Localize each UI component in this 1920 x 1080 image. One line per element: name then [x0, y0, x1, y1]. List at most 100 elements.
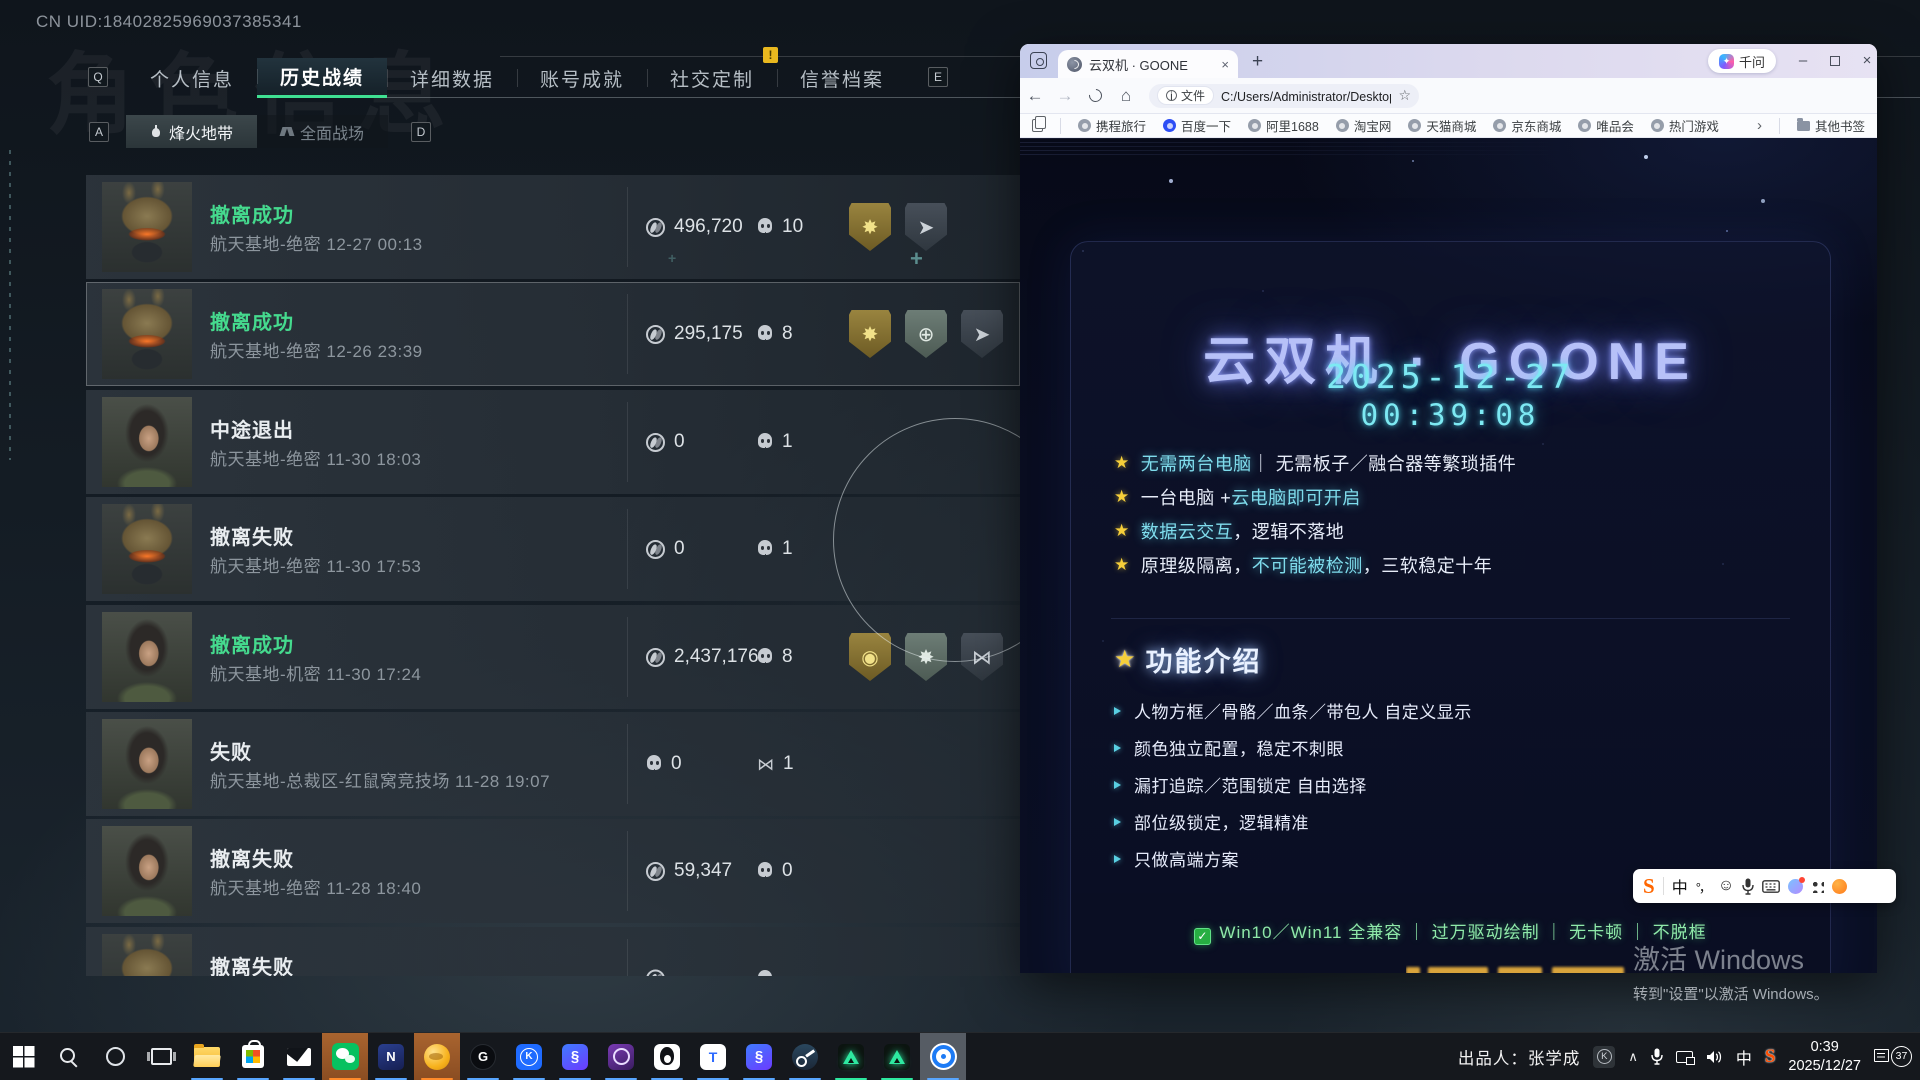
- dark-runner-badge-icon: ➤: [905, 203, 947, 251]
- task-view-icon: [151, 1048, 172, 1065]
- taskbar-cortana[interactable]: [92, 1033, 138, 1080]
- activate-windows-watermark: 激活 Windows 转到"设置"以激活 Windows。: [1633, 938, 1829, 1004]
- teal-scope-badge-icon: ⊕: [905, 310, 947, 358]
- ime-indicator[interactable]: 中: [1736, 1045, 1752, 1069]
- reload-icon[interactable]: [1086, 86, 1104, 104]
- stat-number: 1: [782, 538, 793, 560]
- ime-apps-grid-icon[interactable]: [1811, 880, 1824, 893]
- taskbar-accelerator-b[interactable]: [874, 1033, 920, 1080]
- taskbar-task-view[interactable]: [138, 1033, 184, 1080]
- row-divider: [627, 294, 628, 374]
- match-stat-value: [646, 970, 674, 977]
- window-tools-icon[interactable]: [1030, 52, 1047, 69]
- stat-icon: [646, 755, 662, 773]
- selling-point-2: ★一台电脑 + 云电脑即可开启: [1114, 480, 1516, 514]
- microphone-icon[interactable]: [1742, 878, 1754, 895]
- url-text[interactable]: C:/Users/Administrator/Desktop/goone打图工.…: [1221, 86, 1391, 105]
- text-segment: 无需两台电脑: [1141, 450, 1252, 476]
- taskbar-tencent-meeting[interactable]: T: [690, 1033, 736, 1080]
- taskbar-search[interactable]: [46, 1033, 92, 1080]
- taskbar-blue-music-app[interactable]: §: [552, 1033, 598, 1080]
- ime-separator: [1663, 877, 1664, 895]
- sogou-logo-icon[interactable]: S: [1643, 874, 1655, 899]
- taskbar-qq[interactable]: [644, 1033, 690, 1080]
- taskbar-kook[interactable]: K: [506, 1033, 552, 1080]
- browser-toolbar: ← → ⌂ i 文件 C:/Users/Administrator/Deskto…: [1020, 78, 1877, 114]
- tray-microphone-icon[interactable]: [1651, 1048, 1663, 1065]
- match-row[interactable]: 撤离失败 航天基地-绝密 11-28 18:40 59,347 0: [86, 819, 1020, 923]
- taskbar-start[interactable]: [0, 1033, 46, 1080]
- address-bar[interactable]: i 文件 C:/Users/Administrator/Desktop/goon…: [1149, 84, 1419, 108]
- taskbar-blue-music-app-2[interactable]: §: [736, 1033, 782, 1080]
- player-avatar: [102, 719, 192, 809]
- taskbar-sogou-pinyin[interactable]: [414, 1033, 460, 1080]
- bookmark-3[interactable]: 阿里1688: [1248, 116, 1319, 135]
- bookmark-star-icon[interactable]: ☆: [1398, 87, 1411, 104]
- forward-icon[interactable]: →: [1050, 86, 1080, 106]
- bookmark-favicon: [1493, 119, 1506, 132]
- bookmark-8[interactable]: 热门游戏: [1651, 116, 1719, 135]
- taskbar-apps: NGK§T§: [0, 1033, 966, 1080]
- tab-close-icon[interactable]: ×: [1221, 57, 1229, 72]
- new-tab-button[interactable]: +: [1252, 51, 1263, 73]
- section-heading: ★ 功能介绍: [1114, 640, 1262, 679]
- bookmark-4[interactable]: 淘宝网: [1336, 116, 1392, 135]
- check-icon: ✓: [1194, 928, 1211, 945]
- purple-app-icon: [608, 1044, 634, 1070]
- bookmark-2[interactable]: 百度一下: [1163, 116, 1231, 135]
- home-icon[interactable]: ⌂: [1111, 86, 1141, 106]
- ime-language-toggle[interactable]: 中: [1672, 874, 1688, 898]
- match-row[interactable]: 撤离成功 航天基地-绝密 12-26 23:39 295,175 8 ✸⊕➤: [86, 282, 1020, 386]
- taskbar-purple-app[interactable]: [598, 1033, 644, 1080]
- row-divider: [627, 509, 628, 589]
- taskbar-wechat[interactable]: [322, 1033, 368, 1080]
- bookmark-label: 携程旅行: [1096, 116, 1146, 135]
- match-location-time: 航天基地-绝密 11-30 18:03: [210, 445, 421, 470]
- clock[interactable]: 0:39 2025/12/27: [1788, 1038, 1861, 1076]
- taskbar-accelerator-a[interactable]: [828, 1033, 874, 1080]
- assistant-button[interactable]: ✦ 千问: [1708, 49, 1776, 73]
- emoji-icon[interactable]: ☺: [1718, 877, 1734, 895]
- match-row[interactable]: 失败 航天基地-总裁区-红鼠窝竞技场 11-28 19:07 0 ⋈1: [86, 712, 1020, 816]
- accelerator-b-icon: [884, 1044, 910, 1070]
- match-row[interactable]: 撤离失败: [86, 927, 1020, 976]
- stat-icon: [646, 970, 665, 977]
- stat-icon: [646, 862, 665, 881]
- bookmark-5[interactable]: 天猫商城: [1408, 116, 1476, 135]
- bookmarks-overflow-chevron[interactable]: ›: [1757, 117, 1762, 134]
- back-icon[interactable]: ←: [1020, 86, 1050, 106]
- match-stat-kills: 10: [757, 216, 803, 238]
- decorative-scanlines: [1020, 138, 1580, 156]
- other-bookmarks[interactable]: 其他书签: [1797, 116, 1865, 135]
- notification-center[interactable]: 37: [1874, 1044, 1912, 1070]
- text-segment: ，逻辑不落地: [1233, 518, 1344, 544]
- match-row[interactable]: 撤离成功 航天基地-绝密 12-27 00:13 496,720 10 ✸➤: [86, 175, 1020, 279]
- taskbar-video-app[interactable]: N: [368, 1033, 414, 1080]
- sogou-tray-icon[interactable]: S: [1765, 1046, 1776, 1068]
- maximize-button[interactable]: [1820, 44, 1850, 77]
- ime-skin-icon[interactable]: [1788, 879, 1803, 894]
- keyboard-icon[interactable]: [1762, 880, 1780, 893]
- browser-tab[interactable]: 云双机 · GOONE ×: [1058, 50, 1238, 78]
- bookmarks-separator: [1779, 118, 1780, 134]
- taskbar-ms-store[interactable]: [230, 1033, 276, 1080]
- hidden-icons-chevron[interactable]: ∧: [1628, 1049, 1638, 1065]
- network-display-icon[interactable]: [1676, 1051, 1693, 1063]
- bookmark-1[interactable]: 携程旅行: [1078, 116, 1146, 135]
- ime-punctuation-toggle[interactable]: °，: [1696, 877, 1710, 896]
- taskbar-browser[interactable]: [920, 1033, 966, 1080]
- taskbar-steam[interactable]: [782, 1033, 828, 1080]
- taskbar-file-explorer[interactable]: [184, 1033, 230, 1080]
- minimize-button[interactable]: –: [1788, 44, 1818, 77]
- bookmark-7[interactable]: 唯品会: [1578, 116, 1634, 135]
- close-button[interactable]: ×: [1852, 44, 1877, 77]
- bookmarks-panel-icon[interactable]: [1032, 119, 1043, 132]
- volume-icon[interactable]: [1706, 1050, 1723, 1064]
- text-segment: ｜ 无需板子／融合器等繁琐插件: [1252, 450, 1517, 476]
- bookmark-6[interactable]: 京东商城: [1493, 116, 1561, 135]
- k-tray-icon[interactable]: K: [1593, 1046, 1615, 1068]
- ime-hot-icon[interactable]: [1832, 879, 1847, 894]
- taskbar-logitech-g[interactable]: G: [460, 1033, 506, 1080]
- webpage-content: 云双机 · GOONE 2025-12-27 00:39:08 ★无需两台电脑 …: [1020, 138, 1877, 973]
- taskbar-mail[interactable]: [276, 1033, 322, 1080]
